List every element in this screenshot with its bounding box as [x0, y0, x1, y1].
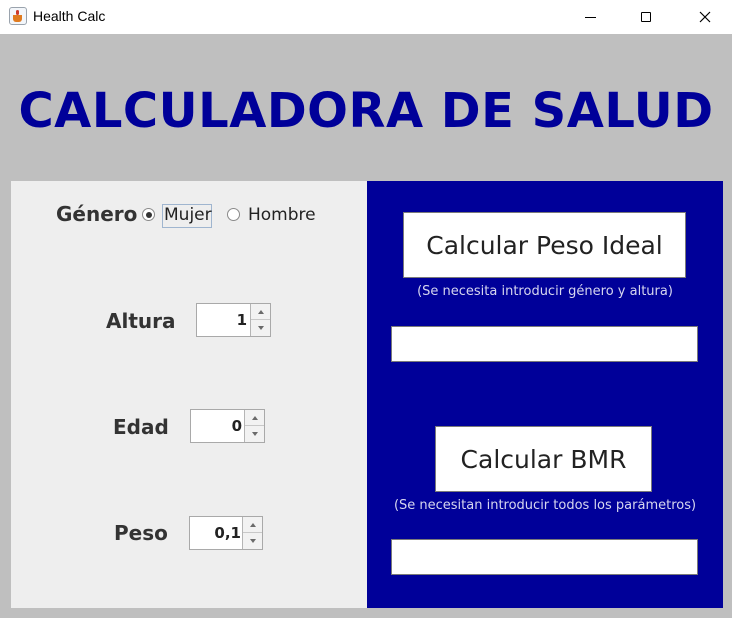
java-app-icon	[9, 7, 27, 25]
height-label: Altura	[106, 309, 176, 333]
minimize-icon	[584, 16, 596, 18]
bmr-result-field[interactable]	[391, 539, 698, 575]
bmr-hint: (Se necesitan introducir todos los parám…	[393, 498, 697, 513]
weight-label: Peso	[114, 521, 168, 545]
page-title: CALCULADORA DE SALUD	[18, 83, 714, 139]
arrow-down-icon	[257, 326, 264, 330]
arrow-down-icon	[251, 432, 258, 436]
height-decrement-button[interactable]	[251, 320, 270, 336]
weight-spinner[interactable]: 0,1	[189, 516, 263, 550]
height-increment-button[interactable]	[251, 304, 270, 320]
age-spinner[interactable]: 0	[190, 409, 265, 443]
maximize-icon	[641, 12, 651, 22]
gender-label: Género	[56, 202, 138, 226]
weight-decrement-button[interactable]	[243, 533, 262, 549]
weight-value[interactable]: 0,1	[190, 517, 241, 549]
age-decrement-button[interactable]	[245, 426, 264, 442]
window-titlebar: Health Calc	[0, 0, 732, 34]
arrow-down-icon	[249, 539, 256, 543]
close-button[interactable]	[682, 0, 728, 34]
input-panel: Género Mujer Hombre Altura 1 Edad 0 Peso…	[11, 181, 367, 608]
weight-increment-button[interactable]	[243, 517, 262, 533]
gender-radio-hombre[interactable]	[227, 208, 240, 221]
arrow-up-icon	[257, 309, 264, 314]
app-content: CALCULADORA DE SALUD Género Mujer Hombre…	[0, 34, 732, 618]
calculate-bmr-button[interactable]: Calcular BMR	[435, 426, 652, 492]
calculate-ideal-weight-button[interactable]: Calcular Peso Ideal	[403, 212, 686, 278]
gender-radio-mujer[interactable]	[142, 208, 155, 221]
age-value[interactable]: 0	[191, 410, 242, 442]
ideal-weight-result-field[interactable]	[391, 326, 698, 362]
arrow-up-icon	[251, 415, 258, 420]
radio-selected-dot	[145, 211, 152, 218]
maximize-button[interactable]	[623, 0, 669, 34]
close-icon	[699, 11, 711, 23]
age-increment-button[interactable]	[245, 410, 264, 426]
gender-option-hombre-label[interactable]: Hombre	[248, 205, 316, 225]
window-title: Health Calc	[33, 8, 106, 24]
minimize-button[interactable]	[567, 0, 613, 34]
gender-option-mujer-label[interactable]: Mujer	[164, 205, 212, 225]
results-panel: Calcular Peso Ideal (Se necesita introdu…	[367, 181, 723, 608]
age-label: Edad	[113, 415, 169, 439]
arrow-up-icon	[249, 522, 256, 527]
height-value[interactable]: 1	[197, 304, 247, 336]
ideal-weight-hint: (Se necesita introducir género y altura)	[417, 284, 673, 299]
height-spinner[interactable]: 1	[196, 303, 271, 337]
